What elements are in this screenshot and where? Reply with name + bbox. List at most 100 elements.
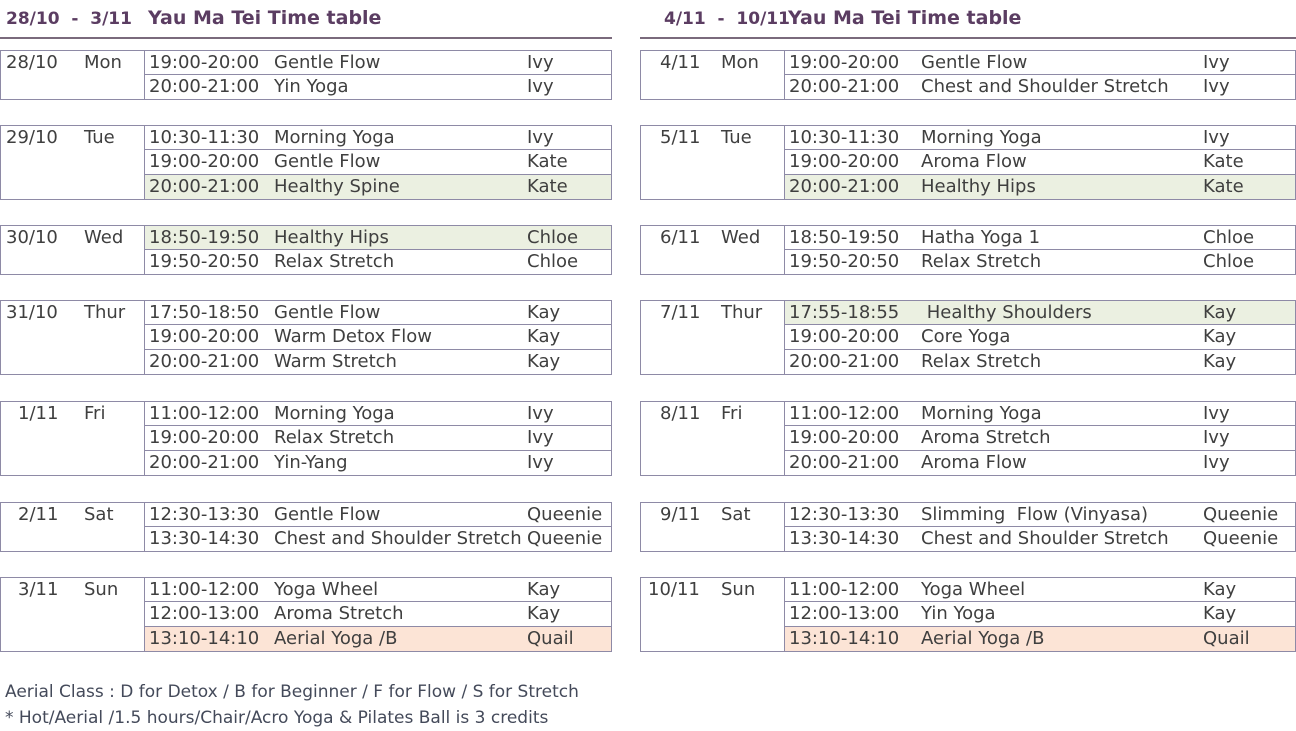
day-block: 3/11 Sun 11:00-12:00 Yoga Wheel Kay 12:00-13:… <box>0 577 612 652</box>
day-block: 7/11 Thur 17:55-18:55 Healthy Shoulders Kay… <box>640 300 1296 375</box>
day-date: 3/11 <box>18 579 59 600</box>
class-teacher: Kay <box>527 326 561 347</box>
date-range: 28/10 - 3/11 <box>6 9 132 29</box>
class-time: 19:00-20:00 <box>149 52 260 73</box>
class-row: 19:00-20:00 Core Yoga Kay <box>784 325 1296 350</box>
class-teacher: Ivy <box>1203 452 1230 473</box>
class-name: Relax Stretch <box>274 427 395 448</box>
class-name: Yoga Wheel <box>921 579 1026 600</box>
class-time: 19:00-20:00 <box>149 151 260 172</box>
day-block: 10/11 Sun 11:00-12:00 Yoga Wheel Kay 12:00-13… <box>640 577 1296 652</box>
class-time: 20:00-21:00 <box>149 452 260 473</box>
class-name: Aerial Yoga /B <box>274 628 398 649</box>
class-row: 12:00-13:00 Aroma Stretch Kay <box>144 602 612 627</box>
day-weekday: Fri <box>721 403 743 424</box>
class-row: 20:00-21:00 Yin-Yang Ivy <box>144 451 612 476</box>
class-name: Yin-Yang <box>274 452 348 473</box>
class-name: Gentle Flow <box>274 151 381 172</box>
class-time: 11:00-12:00 <box>789 403 900 424</box>
class-teacher: Ivy <box>527 52 554 73</box>
class-teacher: Kay <box>1203 579 1237 600</box>
class-teacher: Kate <box>527 176 568 197</box>
class-time: 11:00-12:00 <box>789 579 900 600</box>
class-time: 19:50-20:50 <box>789 251 900 272</box>
class-time: 20:00-21:00 <box>149 176 260 197</box>
class-time: 13:10-14:10 <box>789 628 900 649</box>
class-time: 17:50-18:50 <box>149 302 260 323</box>
class-row: 13:30-14:30 Chest and Shoulder Stretch Que… <box>784 527 1296 552</box>
class-teacher: Quail <box>1203 628 1250 649</box>
class-row: 13:10-14:10 Aerial Yoga /B Quail <box>144 627 612 652</box>
day-weekday: Sat <box>84 504 114 525</box>
class-row: 20:00-21:00 Relax Stretch Kay <box>784 350 1296 375</box>
class-name: Morning Yoga <box>921 403 1042 424</box>
class-time: 13:10-14:10 <box>149 628 260 649</box>
day-date: 4/11 <box>660 52 701 73</box>
day-weekday: Thur <box>721 302 763 323</box>
day-block: 8/11 Fri 11:00-12:00 Morning Yoga Ivy 19:00-2… <box>640 401 1296 476</box>
class-time: 10:30-11:30 <box>149 127 260 148</box>
class-name: Yin Yoga <box>921 603 996 624</box>
day-date: 5/11 <box>660 127 701 148</box>
class-name: Aroma Flow <box>921 151 1027 172</box>
panel-header: 4/11 - 10/11 Yau Ma Tei Time table <box>640 0 1296 39</box>
class-row: 19:00-20:00 Gentle Flow Ivy <box>784 50 1296 75</box>
class-name: Gentle Flow <box>274 302 381 323</box>
class-row: 12:30-13:30 Gentle Flow Queenie <box>144 502 612 527</box>
class-row: 10:30-11:30 Morning Yoga Ivy <box>784 125 1296 150</box>
day-block: 29/10 Tue 10:30-11:30 Morning Yoga Ivy 19:00-… <box>0 125 612 200</box>
class-row: 19:00-20:00 Aroma Stretch Ivy <box>784 426 1296 451</box>
class-name: Aroma Stretch <box>921 427 1051 448</box>
class-row: 11:00-12:00 Morning Yoga Ivy <box>784 401 1296 426</box>
day-block: 5/11 Tue 10:30-11:30 Morning Yoga Ivy 19:00-2… <box>640 125 1296 200</box>
class-name: Yin Yoga <box>274 76 349 97</box>
class-time: 20:00-21:00 <box>789 176 900 197</box>
class-time: 12:30-13:30 <box>789 504 900 525</box>
class-name: Aerial Yoga /B <box>921 628 1045 649</box>
class-name: Morning Yoga <box>274 127 395 148</box>
class-time: 19:00-20:00 <box>149 427 260 448</box>
class-teacher: Kate <box>1203 151 1244 172</box>
class-name: Chest and Shoulder Stretch <box>274 528 522 549</box>
class-time: 13:30-14:30 <box>149 528 260 549</box>
class-row: 20:00-21:00 Yin Yoga Ivy <box>144 75 612 100</box>
class-row: 20:00-21:00 Healthy Hips Kate <box>784 175 1296 200</box>
class-name: Warm Stretch <box>274 351 397 372</box>
class-name: Gentle Flow <box>274 504 381 525</box>
day-weekday: Tue <box>721 127 752 148</box>
class-name: Gentle Flow <box>921 52 1028 73</box>
class-teacher: Kay <box>527 579 561 600</box>
day-date: 29/10 <box>6 127 58 148</box>
class-name: Core Yoga <box>921 326 1011 347</box>
class-time: 18:50-19:50 <box>789 227 900 248</box>
class-time: 19:00-20:00 <box>789 427 900 448</box>
day-weekday: Fri <box>84 403 106 424</box>
class-name: Healthy Hips <box>921 176 1036 197</box>
class-name: Chest and Shoulder Stretch <box>921 528 1169 549</box>
class-row: 19:00-20:00 Warm Detox Flow Kay <box>144 325 612 350</box>
class-teacher: Kay <box>1203 326 1237 347</box>
day-weekday: Tue <box>84 127 115 148</box>
class-time: 19:00-20:00 <box>789 52 900 73</box>
day-date: 28/10 <box>6 52 58 73</box>
class-time: 20:00-21:00 <box>149 76 260 97</box>
class-name: Warm Detox Flow <box>274 326 432 347</box>
class-teacher: Ivy <box>527 403 554 424</box>
class-time: 19:00-20:00 <box>789 151 900 172</box>
class-time: 12:30-13:30 <box>149 504 260 525</box>
class-name: Healthy Shoulders <box>921 302 1092 323</box>
credits-note: * Hot/Aerial /1.5 hours/Chair/Acro Yoga … <box>5 708 549 728</box>
class-teacher: Kay <box>527 302 561 323</box>
day-date: 1/11 <box>18 403 59 424</box>
day-block: 31/10 Thur 17:50-18:50 Gentle Flow Kay 19:00-… <box>0 300 612 375</box>
class-teacher: Queenie <box>1203 528 1279 549</box>
class-name: Relax Stretch <box>921 351 1042 372</box>
class-row: 19:00-20:00 Relax Stretch Ivy <box>144 426 612 451</box>
timetable-title: Yau Ma Tei Time table <box>788 7 1022 29</box>
class-row: 17:55-18:55 Healthy Shoulders Kay <box>784 300 1296 325</box>
class-row: 20:00-21:00 Healthy Spine Kate <box>144 175 612 200</box>
class-row: 17:50-18:50 Gentle Flow Kay <box>144 300 612 325</box>
day-weekday: Mon <box>84 52 122 73</box>
class-teacher: Ivy <box>527 127 554 148</box>
class-row: 19:50-20:50 Relax Stretch Chloe <box>144 250 612 275</box>
